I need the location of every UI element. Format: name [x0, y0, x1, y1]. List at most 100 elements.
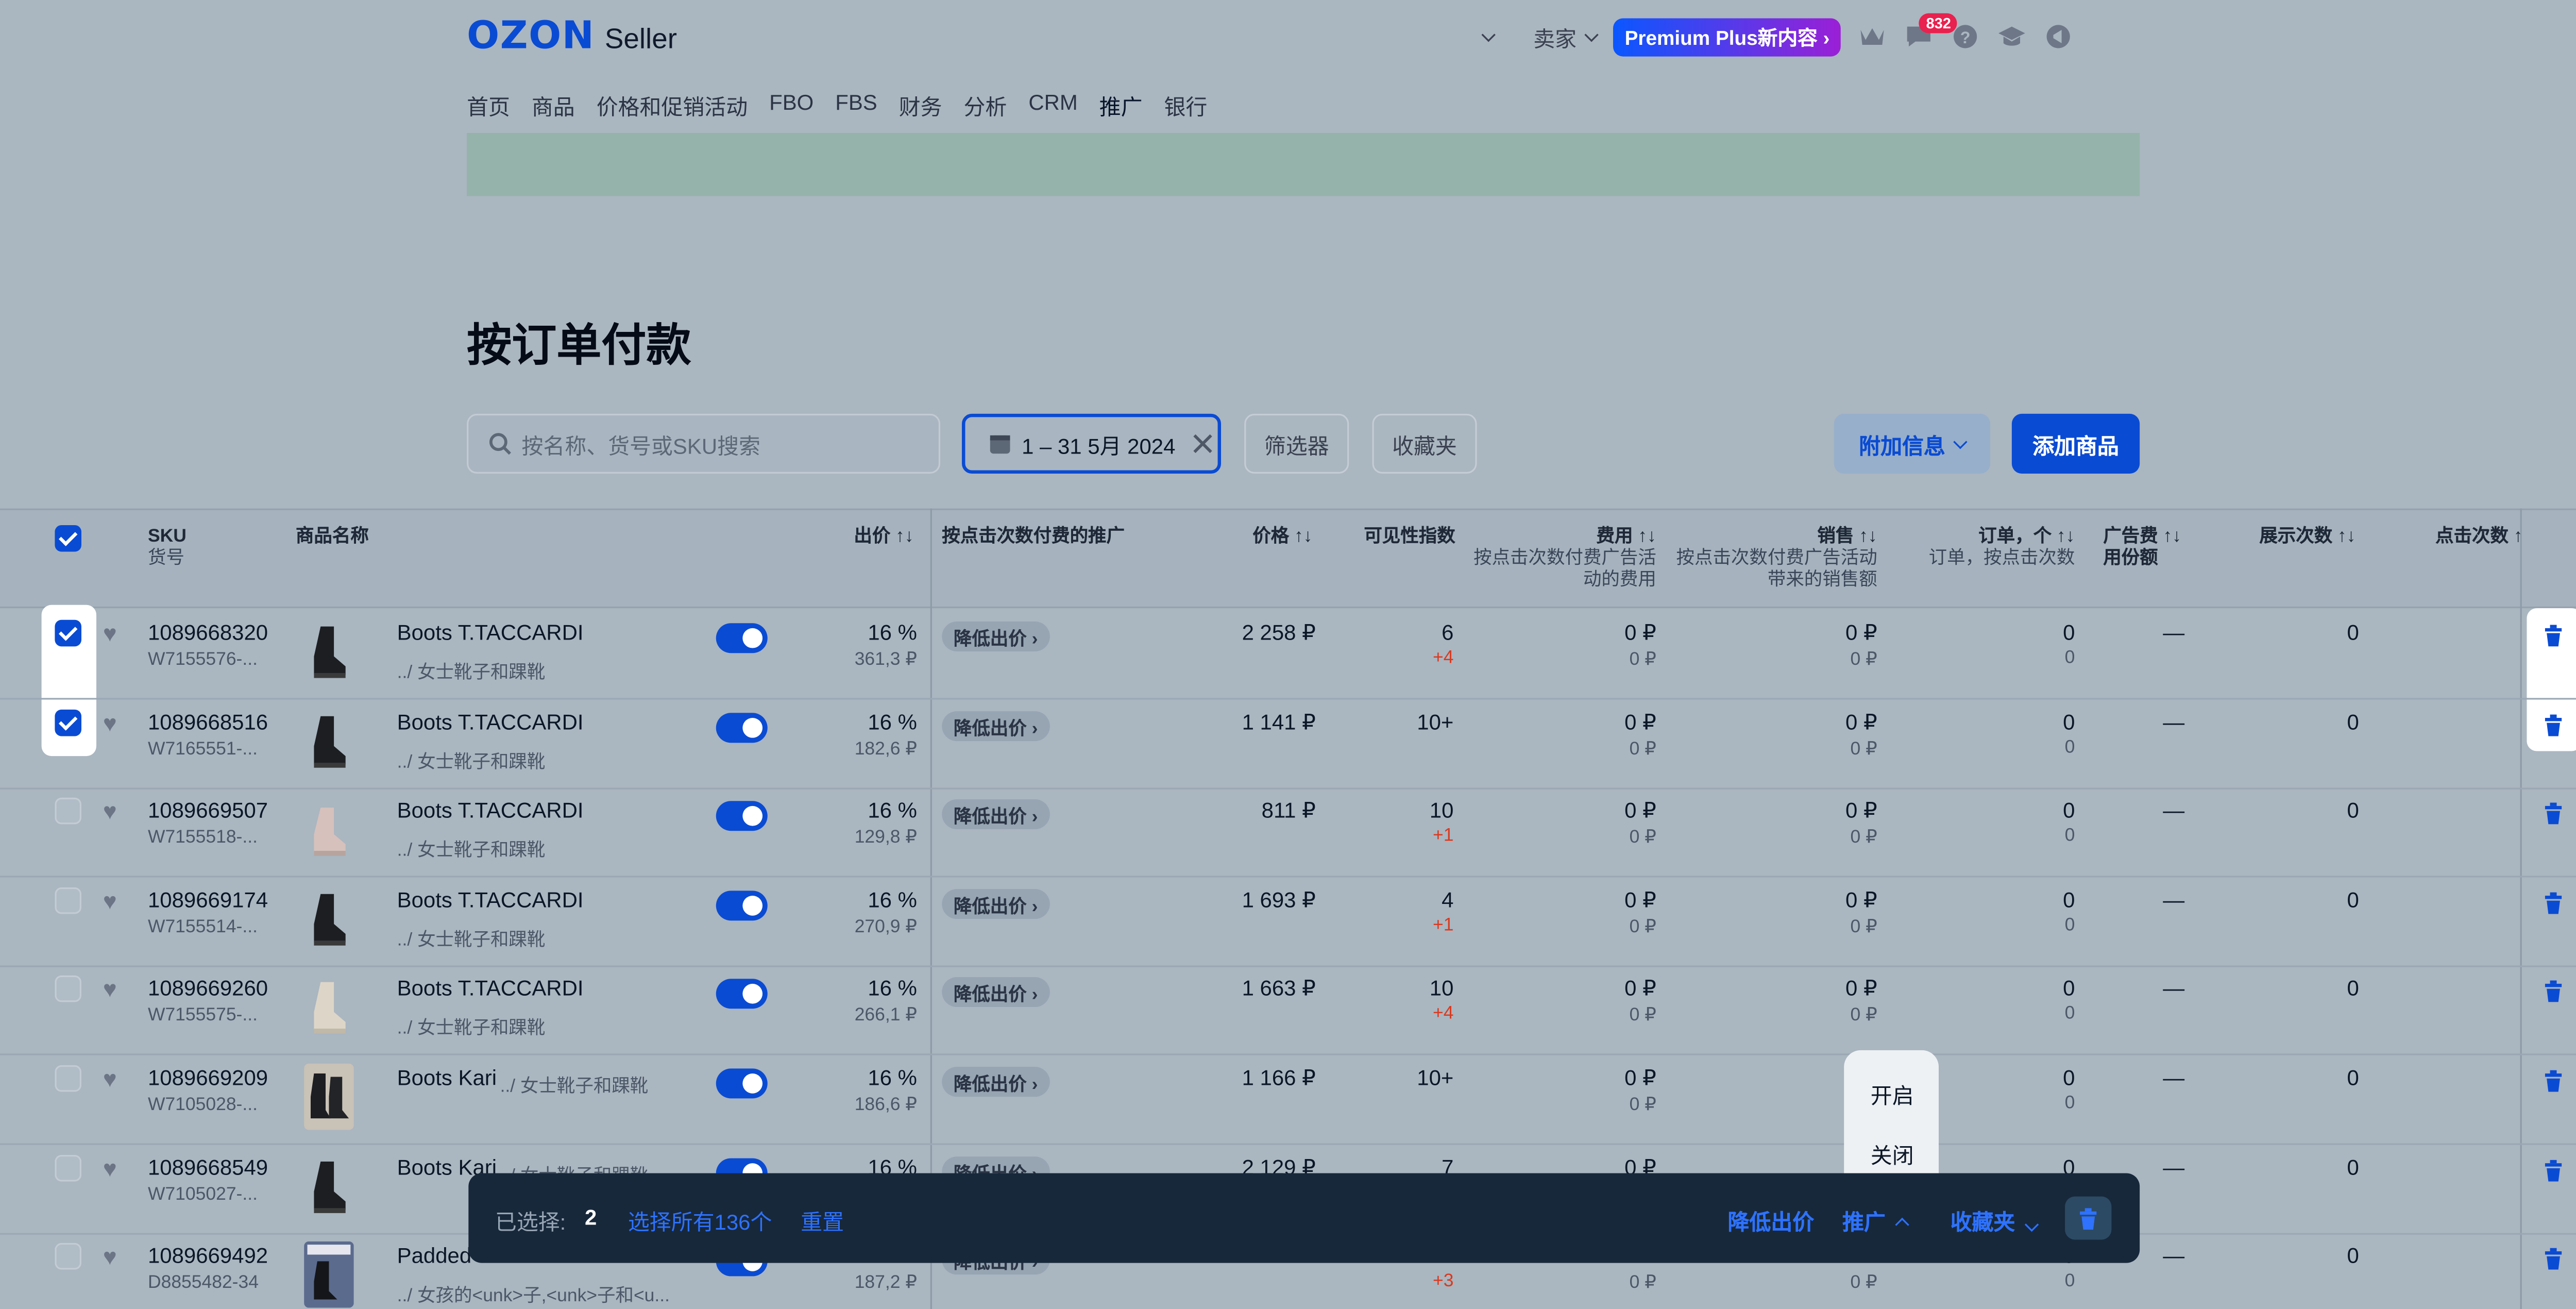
product-thumbnail[interactable]	[304, 975, 354, 1041]
product-thumbnail[interactable]	[304, 796, 354, 863]
row-checkbox[interactable]	[55, 619, 82, 647]
row-checkbox[interactable]	[55, 1243, 82, 1270]
date-range-picker[interactable]: 1 – 31 5月 2024	[961, 413, 1222, 474]
product-thumbnail[interactable]	[304, 1063, 354, 1130]
premium-plus-badge[interactable]: Premium Plus新内容 ›	[1613, 17, 1842, 56]
product-name[interactable]: Boots T.TACCARDI	[397, 976, 584, 1001]
trash-icon[interactable]	[2544, 1070, 2567, 1094]
nav-item-promotion[interactable]: 推广	[1099, 90, 1143, 138]
favorites-bulk-button[interactable]: 收藏夹	[1951, 1205, 2039, 1236]
heart-icon[interactable]: ♥	[103, 620, 117, 647]
add-product-button[interactable]: 添加商品	[2011, 413, 2140, 474]
search-input[interactable]: 按名称、货号或SKU搜索	[467, 413, 941, 474]
product-thumbnail[interactable]	[304, 618, 354, 685]
col-clicks[interactable]: 点击次数 ↑	[2435, 527, 2522, 548]
chat-icon[interactable]: 832	[1905, 13, 1958, 52]
row-checkbox[interactable]	[55, 709, 82, 736]
promo-toggle[interactable]	[716, 712, 768, 743]
row-checkbox[interactable]	[55, 1154, 82, 1181]
nav-item-home[interactable]: 首页	[467, 90, 510, 138]
product-thumbnail[interactable]	[304, 1241, 354, 1308]
sku-value[interactable]: 1089669260	[148, 976, 268, 1001]
bid-value[interactable]: 16 %	[801, 887, 917, 912]
col-ad-share[interactable]: 广告费 ↑↓	[2103, 527, 2181, 547]
trash-icon[interactable]	[2544, 892, 2567, 915]
promo-toggle[interactable]	[716, 979, 768, 1010]
select-all-link[interactable]: 选择所有136个	[628, 1205, 772, 1236]
table-row[interactable]: ♥ 1089669209 W7105028-... Boots Kari ../ 女士靴…	[0, 1055, 2576, 1145]
lower-bid-pill[interactable]: 降低出价 ›	[942, 710, 1050, 741]
bid-value[interactable]: 16 %	[801, 798, 917, 823]
nav-item-crm[interactable]: CRM	[1028, 90, 1077, 138]
favorites-button[interactable]: 收藏夹	[1372, 413, 1477, 474]
table-row[interactable]: ♥ 1089668516 W7165551-... Boots T.TACCARDI.…	[0, 699, 2576, 789]
col-orders[interactable]: 订单，个 ↑↓	[1978, 527, 2075, 547]
row-checkbox[interactable]	[55, 798, 82, 825]
bid-value[interactable]: 16 %	[801, 976, 917, 1001]
sku-value[interactable]: 1089669209	[148, 1065, 268, 1090]
filters-button[interactable]: 筛选器	[1244, 413, 1349, 474]
help-icon[interactable]: ?	[1951, 22, 1981, 52]
product-thumbnail[interactable]	[304, 885, 354, 952]
promo-toggle[interactable]	[716, 801, 768, 831]
product-name[interactable]: Boots T.TACCARDI	[397, 798, 584, 823]
sku-value[interactable]: 1089668516	[148, 709, 268, 734]
chevron-down-icon[interactable]	[1481, 27, 1496, 41]
product-name[interactable]: Boots T.TACCARDI	[397, 620, 584, 645]
col-cost[interactable]: 费用 ↑↓	[1597, 527, 1656, 547]
crown-icon[interactable]	[1858, 22, 1888, 52]
col-impressions[interactable]: 展示次数 ↑↓	[2259, 527, 2355, 548]
nav-item-prices[interactable]: 价格和促销活动	[597, 90, 748, 138]
reset-link[interactable]: 重置	[801, 1205, 844, 1236]
popup-item-off[interactable]: 关闭	[1871, 1138, 1914, 1170]
trash-icon[interactable]	[2544, 803, 2567, 826]
clear-icon[interactable]	[1192, 434, 1212, 454]
sku-value[interactable]: 1089669507	[148, 798, 268, 823]
row-checkbox[interactable]	[55, 1065, 82, 1092]
col-sku[interactable]: SKU	[148, 527, 187, 547]
heart-icon[interactable]: ♥	[103, 1065, 117, 1092]
table-row[interactable]: ♥ 1089668320 W7155576-... Boots T.TACCARDI.…	[0, 610, 2576, 700]
nav-item-products[interactable]: 商品	[532, 90, 575, 138]
table-row[interactable]: ♥ 1089669260 W7155575-... Boots T.TACCARDI.…	[0, 966, 2576, 1056]
col-bid[interactable]: 出价 ↑↓	[854, 527, 913, 548]
nav-item-fbs[interactable]: FBS	[835, 90, 877, 138]
promo-toggle[interactable]	[716, 623, 768, 653]
bid-value[interactable]: 16 %	[801, 1065, 917, 1090]
trash-icon[interactable]	[2544, 981, 2567, 1004]
bid-value[interactable]: 16 %	[801, 620, 917, 645]
nav-item-analytics[interactable]: 分析	[964, 90, 1007, 138]
trash-icon[interactable]	[2544, 625, 2567, 648]
promo-toggle[interactable]	[716, 1068, 768, 1099]
bid-value[interactable]: 16 %	[801, 709, 917, 734]
sku-value[interactable]: 1089669174	[148, 887, 268, 912]
nav-item-bank[interactable]: 银行	[1164, 90, 1208, 138]
product-thumbnail[interactable]	[304, 707, 354, 774]
lower-bid-pill[interactable]: 降低出价 ›	[942, 621, 1050, 652]
more-info-button[interactable]: 附加信息	[1834, 413, 1990, 474]
sku-value[interactable]: 1089668320	[148, 620, 268, 645]
heart-icon[interactable]: ♥	[103, 709, 117, 736]
lower-bid-pill[interactable]: 降低出价 ›	[942, 799, 1050, 830]
bulk-delete-button[interactable]	[2065, 1196, 2112, 1240]
megaphone-icon[interactable]	[2044, 22, 2074, 52]
promote-button[interactable]: 推广	[1842, 1205, 1909, 1236]
nav-item-fbo[interactable]: FBO	[769, 90, 814, 138]
ozon-seller-logo[interactable]: OZON Seller	[467, 15, 677, 58]
graduation-cap-icon[interactable]	[1997, 22, 2027, 52]
heart-icon[interactable]: ♥	[103, 1244, 117, 1270]
trash-icon[interactable]	[2544, 714, 2567, 737]
select-all-checkbox[interactable]	[55, 525, 82, 552]
col-sales[interactable]: 销售 ↑↓	[1817, 527, 1877, 547]
lower-bid-button[interactable]: 降低出价	[1727, 1205, 1814, 1236]
heart-icon[interactable]: ♥	[103, 798, 117, 825]
product-name[interactable]: Boots T.TACCARDI	[397, 709, 584, 734]
lower-bid-pill[interactable]: 降低出价 ›	[942, 1067, 1050, 1097]
seller-menu[interactable]: 卖家	[1533, 21, 1599, 52]
trash-icon[interactable]	[2544, 1248, 2567, 1271]
product-thumbnail[interactable]	[304, 1152, 354, 1219]
table-row[interactable]: ♥ 1089669507 W7155518-... Boots T.TACCARDI.…	[0, 788, 2576, 878]
table-row[interactable]: ♥ 1089669174 W7155514-... Boots T.TACCARDI.…	[0, 877, 2576, 967]
heart-icon[interactable]: ♥	[103, 1154, 117, 1181]
col-price[interactable]: 价格 ↑↓	[1252, 527, 1312, 548]
